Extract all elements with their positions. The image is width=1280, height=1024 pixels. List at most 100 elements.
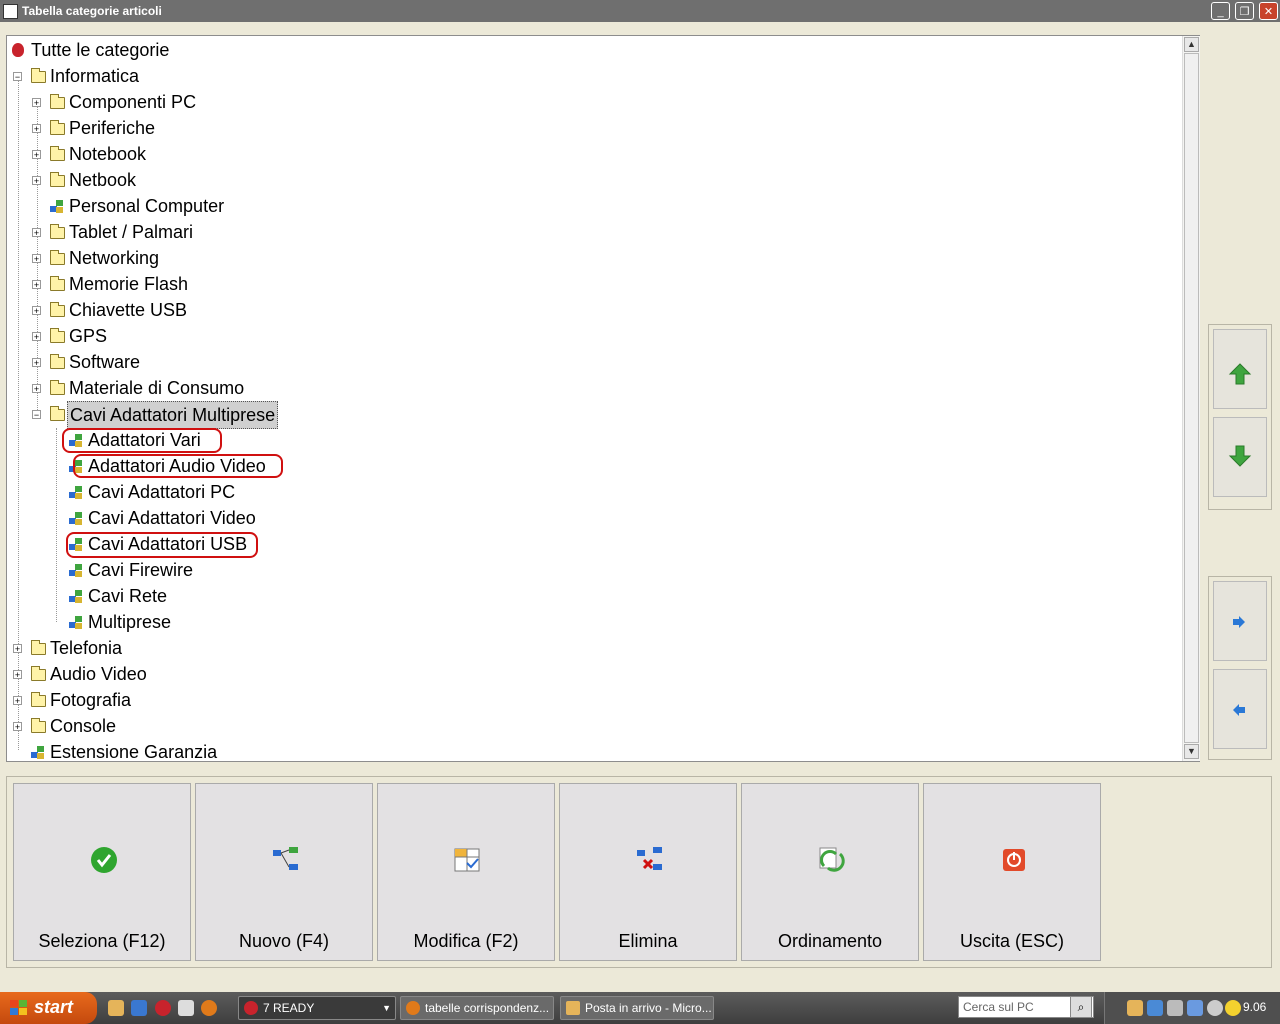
- expand-icon[interactable]: +: [13, 644, 22, 654]
- new-label: Nuovo (F4): [238, 931, 330, 951]
- tree-item-label: Notebook: [69, 144, 147, 164]
- folder-icon: [50, 250, 65, 265]
- collapse-icon[interactable]: −: [13, 72, 22, 82]
- tray-app-icon[interactable]: [1167, 1000, 1183, 1016]
- exit-button[interactable]: Uscita (ESC): [923, 783, 1101, 961]
- expand-icon[interactable]: +: [13, 670, 22, 680]
- expand-icon[interactable]: +: [32, 280, 41, 290]
- quicklaunch-ie-icon[interactable]: [131, 1000, 147, 1016]
- expand-icon[interactable]: +: [32, 98, 41, 108]
- folder-icon: [50, 380, 65, 395]
- move-buttons-group: [1208, 324, 1272, 510]
- mail-icon: [566, 1001, 580, 1015]
- expand-icon[interactable]: +: [32, 384, 41, 394]
- indent-right-button[interactable]: [1213, 581, 1267, 661]
- tree-item-label: Console: [50, 716, 117, 736]
- category-leaf-icon: [69, 564, 83, 577]
- folder-icon: [50, 94, 65, 109]
- reorder-icon: [819, 847, 845, 872]
- collapse-icon[interactable]: −: [32, 410, 41, 420]
- folder-icon: [50, 224, 65, 239]
- category-leaf-icon: [69, 512, 83, 525]
- tree-item-label: Audio Video: [50, 664, 147, 684]
- expand-icon[interactable]: +: [32, 306, 41, 316]
- tray-network-icon[interactable]: [1147, 1000, 1163, 1016]
- category-leaf-icon: [31, 746, 45, 759]
- expand-icon[interactable]: +: [32, 176, 41, 186]
- exit-label: Uscita (ESC): [959, 931, 1064, 951]
- system-tray: 9.06: [1104, 992, 1280, 1024]
- tree-item-label: Componenti PC: [69, 92, 197, 112]
- task-posta[interactable]: Posta in arrivo - Micro...: [560, 996, 714, 1020]
- blue-arrow-right-icon: [1233, 616, 1245, 628]
- delete-button[interactable]: Elimina: [559, 783, 737, 961]
- tree-scrollbar[interactable]: ▲ ▼: [1182, 36, 1200, 761]
- expand-icon[interactable]: +: [32, 228, 41, 238]
- folder-icon: [31, 666, 46, 681]
- task-label: Posta in arrivo - Micro...: [585, 1001, 712, 1015]
- taskbar: start 7 READY ▼ tabelle corrispondenz...…: [0, 992, 1280, 1024]
- task-tabelle[interactable]: tabelle corrispondenz...: [400, 996, 554, 1020]
- move-up-button[interactable]: [1213, 329, 1267, 409]
- tray-search-icon[interactable]: [1207, 1000, 1223, 1016]
- minimize-button[interactable]: _: [1211, 2, 1230, 20]
- search-icon[interactable]: ⌕: [1070, 996, 1092, 1018]
- edit-button[interactable]: Modifica (F2): [377, 783, 555, 961]
- tray-bluetooth-icon[interactable]: [1187, 1000, 1203, 1016]
- quicklaunch-firefox-icon[interactable]: [201, 1000, 217, 1016]
- chevron-down-icon: ▼: [382, 1003, 391, 1013]
- category-leaf-icon: [69, 616, 83, 629]
- scroll-up-icon[interactable]: ▲: [1184, 37, 1199, 52]
- tree-item-label: Cavi Adattatori PC: [88, 482, 236, 502]
- highlight-circle: [66, 532, 258, 558]
- expand-icon[interactable]: +: [13, 696, 22, 706]
- delete-node-icon: [637, 847, 662, 870]
- tree-item-label: Tablet / Palmari: [69, 222, 194, 242]
- tree-line: [56, 428, 57, 622]
- tree-item-label: Cavi Firewire: [88, 560, 194, 580]
- indent-left-button[interactable]: [1213, 669, 1267, 749]
- expand-icon[interactable]: +: [32, 358, 41, 368]
- expand-icon[interactable]: +: [32, 124, 41, 134]
- tree-item-label: GPS: [69, 326, 108, 346]
- scroll-down-icon[interactable]: ▼: [1184, 744, 1199, 759]
- expand-icon[interactable]: +: [32, 332, 41, 342]
- expand-icon[interactable]: +: [32, 254, 41, 264]
- quicklaunch-mail-icon[interactable]: [108, 1000, 124, 1016]
- folder-icon: [50, 172, 65, 187]
- maximize-button[interactable]: ❐: [1235, 2, 1254, 20]
- edit-label: Modifica (F2): [413, 931, 519, 951]
- expand-icon[interactable]: +: [32, 150, 41, 160]
- expand-icon[interactable]: +: [13, 722, 22, 732]
- window-title: Tabella categorie articoli: [22, 4, 162, 18]
- folder-icon: [31, 640, 46, 655]
- green-arrow-down-icon: [1228, 445, 1252, 467]
- category-leaf-icon: [69, 486, 83, 499]
- tray-mail-icon[interactable]: [1127, 1000, 1143, 1016]
- tree-item-label: Networking: [69, 248, 160, 268]
- new-button[interactable]: Nuovo (F4): [195, 783, 373, 961]
- scroll-thumb[interactable]: [1184, 53, 1199, 743]
- tree-item-label: Periferiche: [69, 118, 156, 138]
- action-toolbar: Seleziona (F12) Nuovo (F4) Modifica (F2)…: [6, 776, 1272, 968]
- task-label: 7 READY: [263, 1001, 315, 1015]
- strawberry-icon: [12, 43, 24, 57]
- folder-icon: [31, 692, 46, 707]
- task-ready[interactable]: 7 READY ▼: [238, 996, 396, 1020]
- order-button[interactable]: Ordinamento: [741, 783, 919, 961]
- quicklaunch-notepad-icon[interactable]: [178, 1000, 194, 1016]
- green-check-icon: [91, 847, 117, 873]
- tree-item-label: Personal Computer: [69, 196, 225, 216]
- start-label: start: [34, 997, 74, 1017]
- tray-moon-icon[interactable]: [1225, 1000, 1241, 1016]
- select-button[interactable]: Seleziona (F12): [13, 783, 191, 961]
- quicklaunch-strawberry-icon[interactable]: [155, 1000, 171, 1016]
- start-button[interactable]: start: [0, 992, 97, 1024]
- move-down-button[interactable]: [1213, 417, 1267, 497]
- category-tree[interactable]: Tutte le categorie − Informatica + Compo…: [6, 35, 1200, 762]
- task-label: tabelle corrispondenz...: [425, 1001, 550, 1015]
- tree-item-label: Chiavette USB: [69, 300, 188, 320]
- tree-item-label: Netbook: [69, 170, 137, 190]
- close-button[interactable]: ✕: [1259, 2, 1278, 20]
- new-node-icon: [273, 847, 298, 870]
